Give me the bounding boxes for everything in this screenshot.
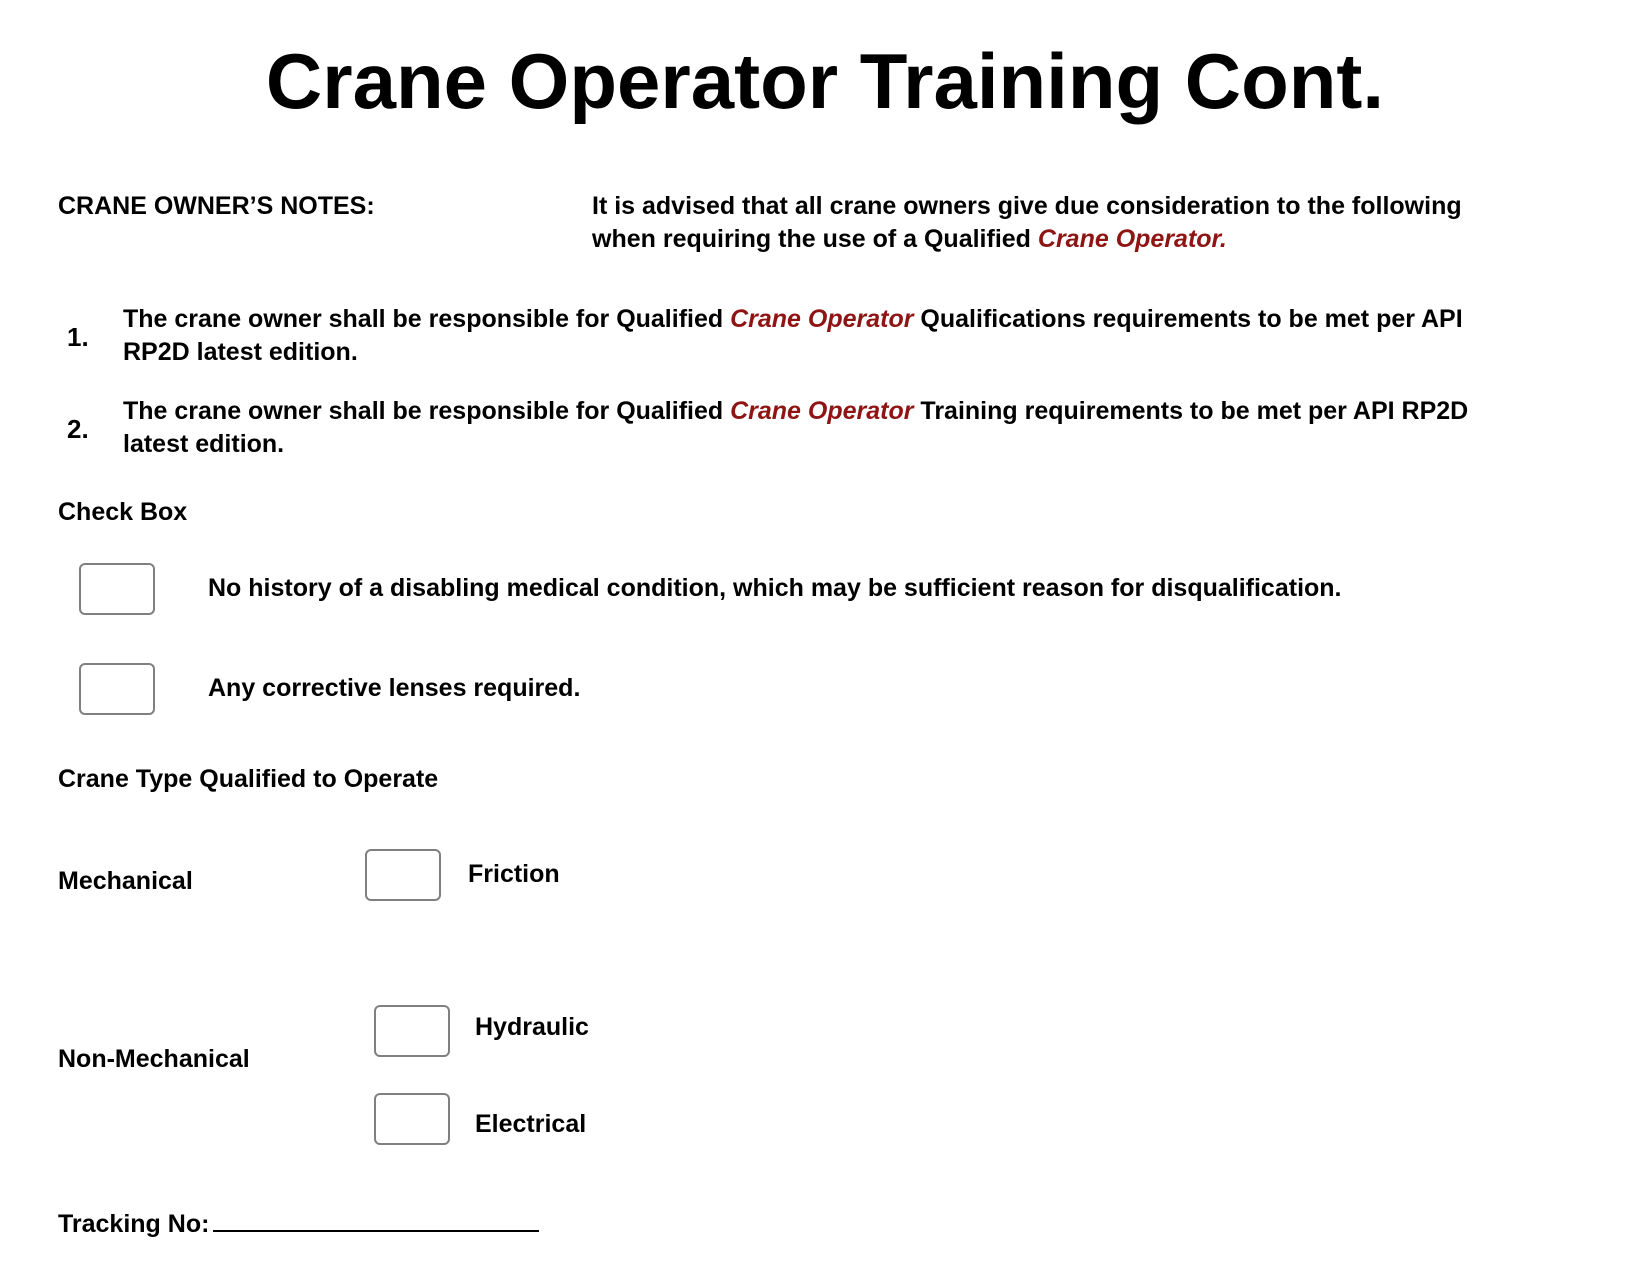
owner-notes-label: CRANE OWNER’S NOTES:	[58, 192, 375, 220]
non-mechanical-label: Non-Mechanical	[58, 1045, 250, 1073]
list-number-2: 2.	[67, 414, 89, 444]
crane-type-heading: Crane Type Qualified to Operate	[58, 765, 439, 793]
list-item-text: The crane owner shall be responsible for…	[123, 397, 731, 425]
page-title: Crane Operator Training Cont.	[265, 37, 1385, 125]
medical-history-checkbox[interactable]	[79, 563, 155, 615]
hydraulic-label: Hydraulic	[475, 1013, 589, 1041]
check-box-heading: Check Box	[58, 498, 188, 526]
friction-label: Friction	[468, 860, 560, 888]
corrective-lenses-label: Any corrective lenses required.	[208, 674, 581, 702]
list-item-text: The crane owner shall be responsible for…	[123, 305, 731, 333]
list-item-2-line1: The crane owner shall be responsible for…	[123, 397, 1468, 426]
owner-notes-intro-line2: when requiring the use of a Qualified Cr…	[592, 225, 1227, 254]
intro-highlight: Crane Operator.	[1037, 225, 1227, 253]
medical-history-label: No history of a disabling medical condit…	[208, 574, 1342, 602]
list-item-1-line2: RP2D latest edition.	[123, 338, 358, 366]
list-item-text: Qualifications requirements to be met pe…	[913, 305, 1463, 333]
friction-checkbox[interactable]	[365, 849, 441, 901]
electrical-label: Electrical	[475, 1110, 587, 1138]
electrical-checkbox[interactable]	[374, 1093, 450, 1145]
tracking-label: Tracking No:	[58, 1210, 210, 1238]
owner-notes-intro-line1: It is advised that all crane owners give…	[592, 192, 1462, 220]
tracking-number-field[interactable]	[213, 1208, 540, 1232]
list-item-highlight: Crane Operator	[730, 397, 914, 425]
hydraulic-checkbox[interactable]	[374, 1005, 450, 1057]
list-item-text: Training requirements to be met per API …	[913, 397, 1469, 425]
list-item-highlight: Crane Operator	[730, 305, 914, 333]
list-item-2-line2: latest edition.	[123, 430, 285, 458]
tracking-row: Tracking No:	[58, 1208, 540, 1239]
mechanical-label: Mechanical	[58, 867, 193, 895]
corrective-lenses-checkbox[interactable]	[79, 663, 155, 715]
intro-text: when requiring the use of a Qualified	[592, 225, 1038, 253]
list-number-1: 1.	[67, 322, 89, 352]
list-item-1-line1: The crane owner shall be responsible for…	[123, 305, 1463, 334]
